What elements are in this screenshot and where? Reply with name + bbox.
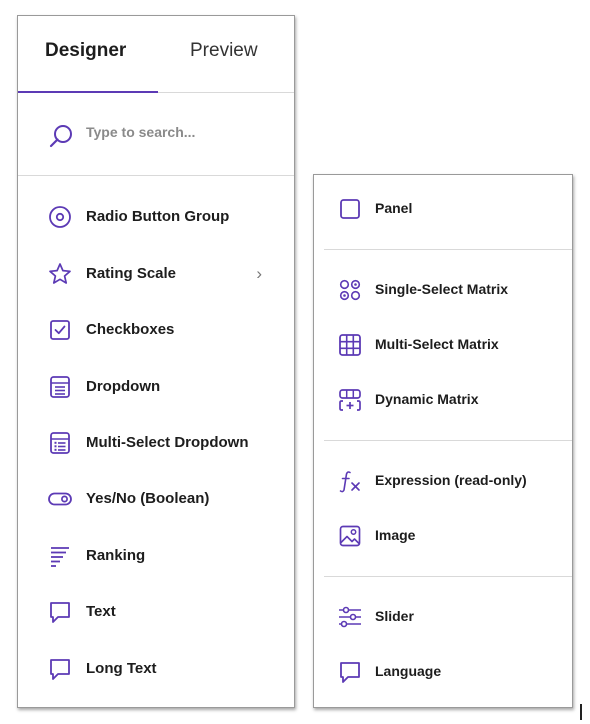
dropdown-icon [48,375,72,399]
toolbox-item-label: Multi-Select Matrix [375,336,499,352]
radio-button-icon [48,205,72,229]
slider-icon [338,605,362,629]
text-cursor [580,704,582,720]
single-select-matrix-icon [338,278,362,302]
function-icon [338,469,362,493]
toolbox-item-single-select-matrix[interactable]: Single-Select Matrix [314,270,572,310]
toolbox-item-label: Text [86,603,116,620]
multi-select-dropdown-icon [48,431,72,455]
toolbox-item-image[interactable]: Image [314,516,572,556]
toolbox-item-expression[interactable]: Expression (read-only) [314,461,572,501]
toolbox-item-label: Rating Scale [86,265,177,282]
toolbox-item-dropdown[interactable]: Dropdown [18,367,294,407]
tab-bar: Designer Preview [18,16,294,93]
toolbox-item-ranking[interactable]: Ranking [18,536,294,576]
tab-designer[interactable]: Designer [45,40,126,62]
divider [324,576,572,577]
toolbox-item-multi-select-dropdown[interactable]: Multi-Select Dropdown [18,423,294,463]
checkbox-icon [48,318,72,342]
search-input[interactable]: Type to search... [86,124,195,140]
toolbox-item-label: Panel [375,200,413,216]
toolbox-item-label: Language [375,663,442,679]
toolbox-item-label: Slider [375,608,414,624]
toolbox-panel: Designer Preview Type to search... Radio… [17,15,295,708]
ranking-icon [48,544,72,568]
toolbox-item-label: Ranking [86,547,146,564]
toolbox-item-label: Checkboxes [86,321,175,338]
toolbox-item-label: Expression (read-only) [375,472,527,488]
speech-bubble-icon [48,600,72,624]
toolbox-item-language[interactable]: Language [314,652,572,692]
speech-bubble-icon [338,660,362,684]
toolbox-item-rating-scale[interactable]: Rating Scale › [18,254,294,294]
toolbox-item-panel[interactable]: Panel [314,189,572,229]
tab-preview[interactable]: Preview [190,40,258,62]
divider [324,440,572,441]
dynamic-matrix-icon [338,388,362,412]
toolbox-item-label: Dropdown [86,378,161,395]
toolbox-item-label: Radio Button Group [86,208,230,225]
toolbox-item-yes-no[interactable]: Yes/No (Boolean) [18,479,294,519]
toolbox-item-dynamic-matrix[interactable]: Dynamic Matrix [314,380,572,420]
toolbox-item-long-text[interactable]: Long Text [18,649,294,689]
divider [324,249,572,250]
search-box[interactable]: Type to search... [18,93,294,176]
search-icon [48,123,74,149]
toolbox-item-checkboxes[interactable]: Checkboxes [18,310,294,350]
toolbox-item-label: Yes/No (Boolean) [86,490,210,507]
toolbox-item-label: Multi-Select Dropdown [86,434,249,451]
toggle-icon [48,487,72,511]
toolbox-item-label: Dynamic Matrix [375,391,479,407]
image-icon [338,524,362,548]
speech-bubble-icon [48,657,72,681]
toolbox-panel-continued: Panel Single-Select Matrix Multi-Select … [313,174,573,708]
chevron-right-icon[interactable]: › [256,264,262,284]
toolbox-item-slider[interactable]: Slider [314,597,572,637]
toolbox-item-multi-select-matrix[interactable]: Multi-Select Matrix [314,325,572,365]
toolbox-item-radio-button-group[interactable]: Radio Button Group [18,197,294,237]
star-icon [48,262,72,286]
toolbox-item-label: Image [375,527,416,543]
toolbox-item-label: Long Text [86,660,157,677]
toolbox-item-text[interactable]: Text [18,592,294,632]
panel-icon [338,197,362,221]
toolbox-item-label: Single-Select Matrix [375,281,509,297]
grid-icon [338,333,362,357]
